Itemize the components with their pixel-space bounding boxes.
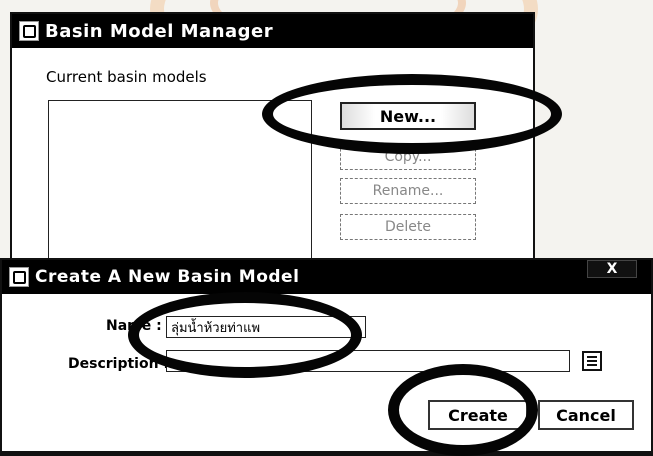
new-button[interactable]: New... bbox=[340, 102, 476, 130]
dialog-bottom-edge bbox=[2, 451, 651, 454]
rename-button[interactable]: Rename... bbox=[340, 178, 476, 204]
cancel-button[interactable]: Cancel bbox=[538, 400, 634, 430]
manager-titlebar[interactable]: Basin Model Manager bbox=[12, 14, 533, 48]
java-app-icon bbox=[9, 267, 29, 287]
manager-title: Basin Model Manager bbox=[45, 20, 274, 42]
copy-button[interactable]: Copy... bbox=[340, 144, 476, 170]
name-input[interactable] bbox=[166, 316, 366, 338]
description-input[interactable] bbox=[166, 350, 570, 372]
create-basin-model-dialog: Create A New Basin Model X Name : Descri… bbox=[0, 258, 653, 456]
name-label: Name : bbox=[106, 318, 162, 334]
description-label: Description : bbox=[68, 356, 170, 372]
basin-models-list[interactable] bbox=[48, 100, 312, 272]
file-picker-icon[interactable] bbox=[582, 351, 602, 371]
dialog-title: Create A New Basin Model bbox=[35, 267, 300, 287]
create-button[interactable]: Create bbox=[428, 400, 528, 430]
close-button[interactable]: X bbox=[587, 260, 637, 278]
delete-button[interactable]: Delete bbox=[340, 214, 476, 240]
java-app-icon bbox=[19, 21, 39, 41]
basin-model-manager-window: Basin Model Manager Current basin models… bbox=[10, 12, 535, 272]
dialog-titlebar[interactable]: Create A New Basin Model bbox=[2, 260, 651, 294]
current-basin-models-label: Current basin models bbox=[46, 68, 207, 86]
